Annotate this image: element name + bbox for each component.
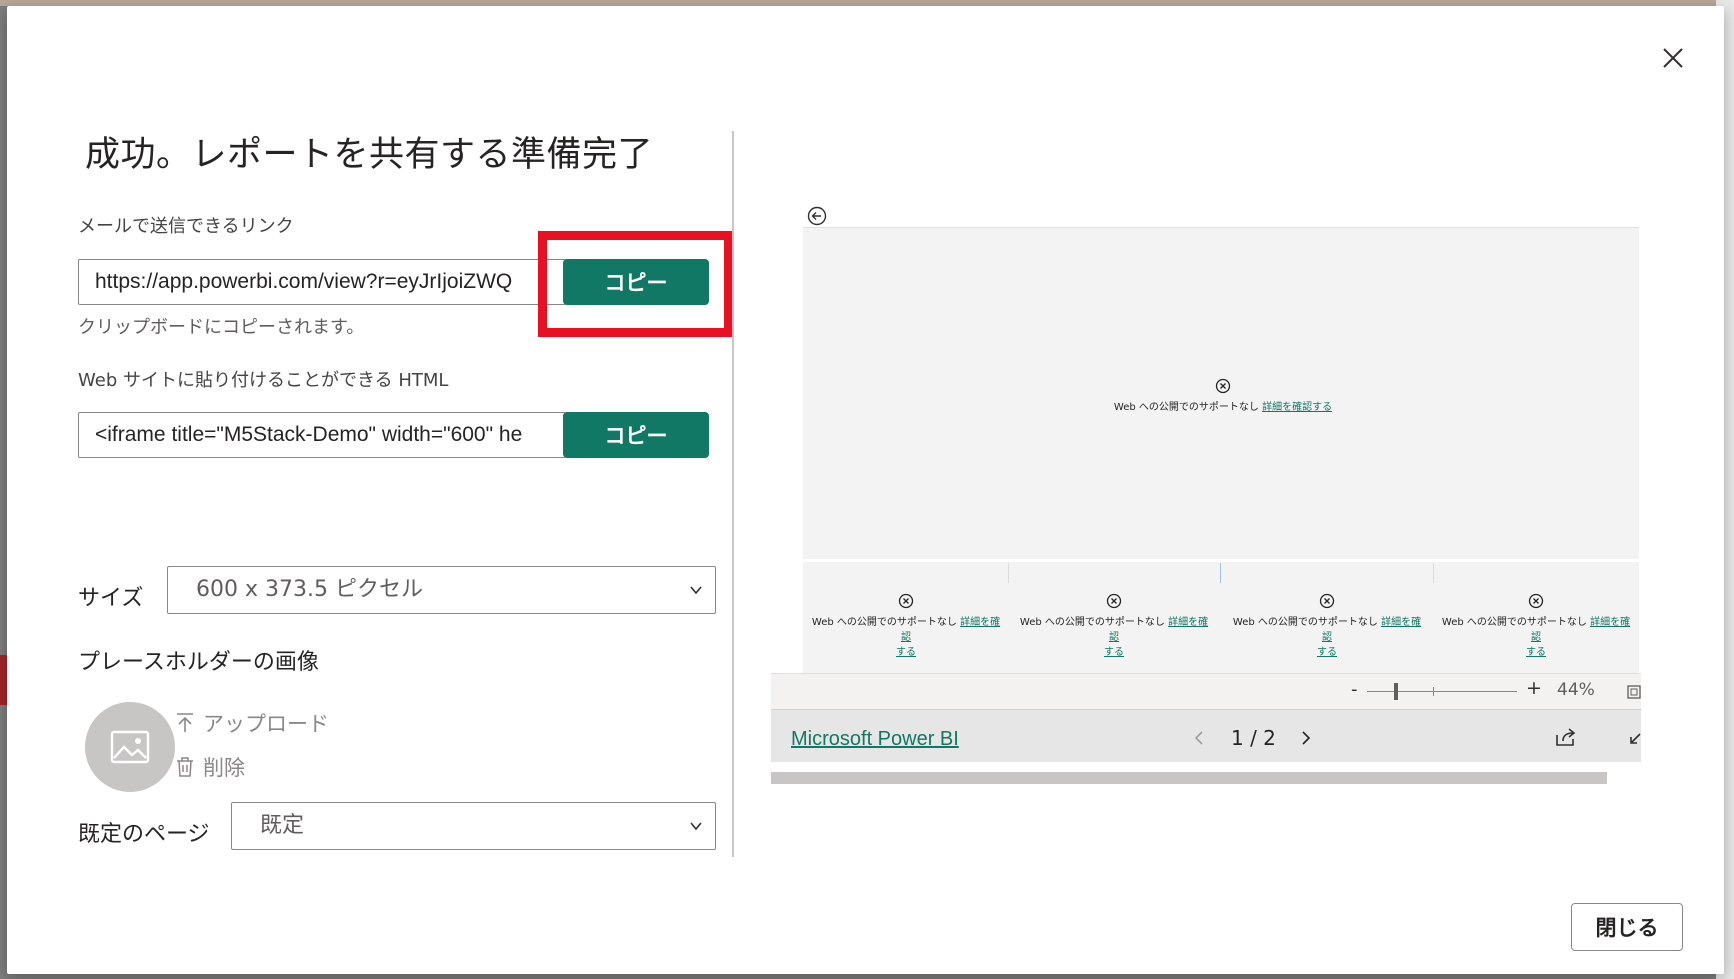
tile-separator <box>1220 563 1221 583</box>
placeholder-label: プレースホルダーの画像 <box>78 650 319 675</box>
zoom-out-button[interactable]: - <box>1351 679 1358 700</box>
copy-html-button[interactable]: コピー <box>563 412 709 458</box>
horizontal-scrollbar[interactable] <box>771 772 1607 784</box>
tile-separator <box>1008 563 1009 583</box>
preview-tile-link-cont[interactable]: する <box>1526 647 1546 658</box>
fit-to-page-icon[interactable] <box>1627 684 1641 700</box>
clipboard-hint: クリップボードにコピーされます。 <box>78 317 365 338</box>
error-circle-icon <box>1106 593 1122 609</box>
preview-main-tile: Web への公開でのサポートなし 詳細を確認する <box>1113 378 1333 413</box>
embed-html-field[interactable]: <iframe title="M5Stack-Demo" width="600"… <box>78 412 566 458</box>
size-label: サイズ <box>78 586 144 611</box>
preview-tile-message: Web への公開でのサポートなし <box>811 617 957 628</box>
zoom-slider[interactable] <box>1367 683 1517 700</box>
link-label: メールで送信できるリンク <box>78 216 294 237</box>
default-page-value: 既定 <box>260 813 305 838</box>
upload-button[interactable]: アップロード <box>175 708 329 738</box>
error-circle-icon <box>1319 593 1335 609</box>
preview-main-message: Web への公開でのサポートなし <box>1113 402 1259 413</box>
zoom-slider-tick <box>1433 687 1434 696</box>
zoom-percent: 44% <box>1557 680 1595 700</box>
preview-tile-message: Web への公開でのサポートなし <box>1019 617 1165 628</box>
error-circle-icon <box>898 593 914 609</box>
divider <box>732 131 734 857</box>
share-icon[interactable] <box>1555 727 1577 747</box>
preview-tile-link-cont[interactable]: する <box>1104 647 1124 658</box>
preview-tile: Web への公開でのサポートなし 詳細を確認 する <box>1019 593 1209 658</box>
preview-tile-link-cont[interactable]: する <box>896 647 916 658</box>
zoom-bar: - + 44% <box>771 673 1641 709</box>
error-circle-icon <box>1528 593 1544 609</box>
default-page-label: 既定のページ <box>78 822 210 847</box>
chevron-right-icon[interactable] <box>1301 730 1311 746</box>
preview-tile: Web への公開でのサポートなし 詳細を確認 する <box>811 593 1001 658</box>
delete-label: 削除 <box>203 756 245 780</box>
upload-icon <box>177 713 193 732</box>
placeholder-image <box>85 702 175 792</box>
preview-tile-message: Web への公開でのサポートなし <box>1441 617 1587 628</box>
expand-icon[interactable] <box>1629 732 1641 746</box>
preview-separator <box>803 559 1639 562</box>
image-icon <box>110 730 150 764</box>
close-button[interactable]: 閉じる <box>1571 903 1683 951</box>
default-page-select[interactable]: 既定 <box>231 802 716 850</box>
preview-tile-link-cont[interactable]: する <box>1317 647 1337 658</box>
highlight-box <box>538 231 733 337</box>
preview-tile: Web への公開でのサポートなし 詳細を確認 する <box>1232 593 1422 658</box>
back-icon[interactable] <box>807 206 827 226</box>
zoom-in-button[interactable]: + <box>1526 677 1542 699</box>
chevron-down-icon <box>690 586 702 595</box>
close-icon[interactable] <box>1657 42 1689 74</box>
dialog-title: 成功。レポートを共有する準備完了 <box>85 135 654 175</box>
share-dialog: 成功。レポートを共有する準備完了 メールで送信できるリンク https://ap… <box>7 6 1724 974</box>
preview-tile-message: Web への公開でのサポートなし <box>1232 617 1378 628</box>
html-label: Web サイトに貼り付けることができる HTML <box>78 370 449 391</box>
report-preview: Web への公開でのサポートなし 詳細を確認する Web への公開でのサポートな… <box>803 227 1639 673</box>
preview-tile: Web への公開でのサポートなし 詳細を確認 する <box>1441 593 1631 658</box>
page-indicator: 1 / 2 <box>1231 726 1276 750</box>
error-circle-icon <box>1215 378 1231 394</box>
preview-main-link[interactable]: 詳細を確認する <box>1262 402 1332 413</box>
chevron-left-icon[interactable] <box>1194 730 1204 746</box>
size-select-value: 600 x 373.5 ピクセル <box>196 577 423 602</box>
upload-label: アップロード <box>203 712 329 736</box>
tile-separator <box>1433 563 1434 583</box>
power-bi-link[interactable]: Microsoft Power BI <box>791 728 959 751</box>
zoom-slider-thumb[interactable] <box>1394 683 1398 700</box>
share-link-field[interactable]: https://app.powerbi.com/view?r=eyJrIjoiZ… <box>78 259 566 305</box>
trash-icon <box>177 757 193 777</box>
size-select[interactable]: 600 x 373.5 ピクセル <box>167 566 716 614</box>
delete-button[interactable]: 削除 <box>175 752 245 782</box>
report-footer: Microsoft Power BI 1 / 2 <box>771 709 1641 762</box>
chevron-down-icon <box>690 822 702 831</box>
